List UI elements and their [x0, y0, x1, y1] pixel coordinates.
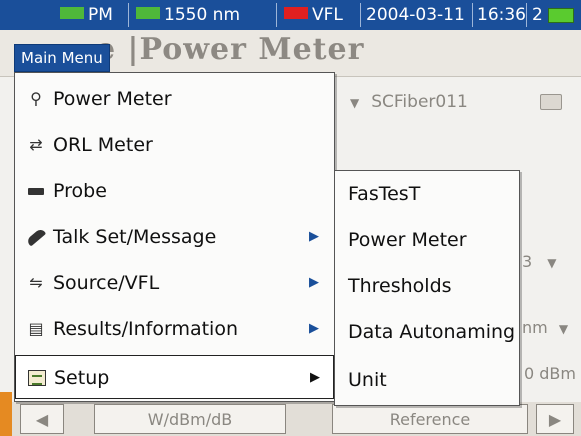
slot-indicator: 2: [532, 5, 543, 25]
date-display: 2004-03-11: [366, 5, 465, 25]
page-title: e |Power Meter: [96, 32, 365, 67]
reference-button[interactable]: Reference: [332, 404, 528, 434]
status-bar: PM 1550 nm VFL 2004-03-11 16:36 2: [0, 0, 581, 30]
device-screen: PM 1550 nm VFL 2004-03-11 16:36 2 e |Pow…: [0, 0, 581, 436]
keyboard-icon[interactable]: [540, 94, 562, 110]
setup-submenu: FasTesT Power Meter Thresholds Data Auto…: [334, 170, 520, 406]
status-divider: [360, 3, 361, 27]
setup-icon: [24, 356, 50, 400]
main-menu: ⚲ Power Meter ⇄ ORL Meter Probe Talk Set…: [14, 72, 335, 402]
status-divider: [472, 3, 473, 27]
vfl-indicator: VFL: [284, 0, 343, 30]
source-vfl-icon: ⇋: [29, 273, 43, 292]
submenu-arrow-icon: ▶: [309, 275, 319, 290]
units-button[interactable]: W/dBm/dB: [94, 404, 286, 434]
main-menu-tab[interactable]: Main Menu: [14, 44, 110, 72]
menu-item-probe[interactable]: Probe: [15, 169, 334, 213]
submenu-item-power-meter[interactable]: Power Meter: [335, 217, 519, 263]
background-value: nm ▼: [522, 318, 569, 337]
submenu-item-unit[interactable]: Unit: [335, 357, 519, 403]
results-info-icon: ▤: [28, 319, 44, 338]
next-page-button[interactable]: ▶: [536, 404, 574, 434]
orl-meter-icon: ⇄: [29, 135, 43, 154]
vfl-color-square: [284, 7, 308, 19]
mode-indicator: PM: [60, 0, 113, 30]
submenu-item-thresholds[interactable]: Thresholds: [335, 263, 519, 309]
status-divider: [276, 3, 277, 27]
wavelength-color-square: [136, 7, 160, 19]
battery-icon: [548, 8, 574, 23]
menu-item-source-vfl[interactable]: ⇋ Source/VFL ▶: [15, 261, 334, 305]
orange-marker: [0, 392, 12, 436]
probe-icon: [23, 169, 49, 213]
menu-item-power-meter[interactable]: ⚲ Power Meter: [15, 77, 334, 121]
power-meter-icon: ⚲: [30, 89, 42, 108]
menu-item-results-information[interactable]: ▤ Results/Information ▶: [15, 307, 334, 351]
submenu-item-fastest[interactable]: FasTesT: [335, 171, 519, 217]
time-display: 16:36: [477, 5, 526, 25]
wavelength-indicator: 1550 nm: [136, 0, 240, 30]
background-value: 3 ▼: [522, 252, 557, 271]
background-value: 0 dBm: [524, 364, 576, 383]
status-divider: [526, 3, 527, 27]
status-divider: [128, 3, 129, 27]
menu-item-setup[interactable]: Setup ▶: [15, 355, 334, 399]
submenu-arrow-icon: ▶: [309, 229, 319, 244]
submenu-arrow-icon: ▶: [310, 370, 320, 385]
previous-page-button[interactable]: ◀: [20, 404, 64, 434]
chevron-down-icon: ▼: [350, 96, 360, 110]
phone-icon: [23, 215, 49, 259]
submenu-arrow-icon: ▶: [309, 321, 319, 336]
submenu-item-data-autonaming[interactable]: Data Autonaming: [335, 309, 519, 355]
fiber-dropdown[interactable]: ▼ SCFiber011: [350, 92, 468, 112]
menu-item-orl-meter[interactable]: ⇄ ORL Meter: [15, 123, 334, 167]
mode-color-square: [60, 7, 84, 19]
menu-item-talk-set[interactable]: Talk Set/Message ▶: [15, 215, 334, 259]
